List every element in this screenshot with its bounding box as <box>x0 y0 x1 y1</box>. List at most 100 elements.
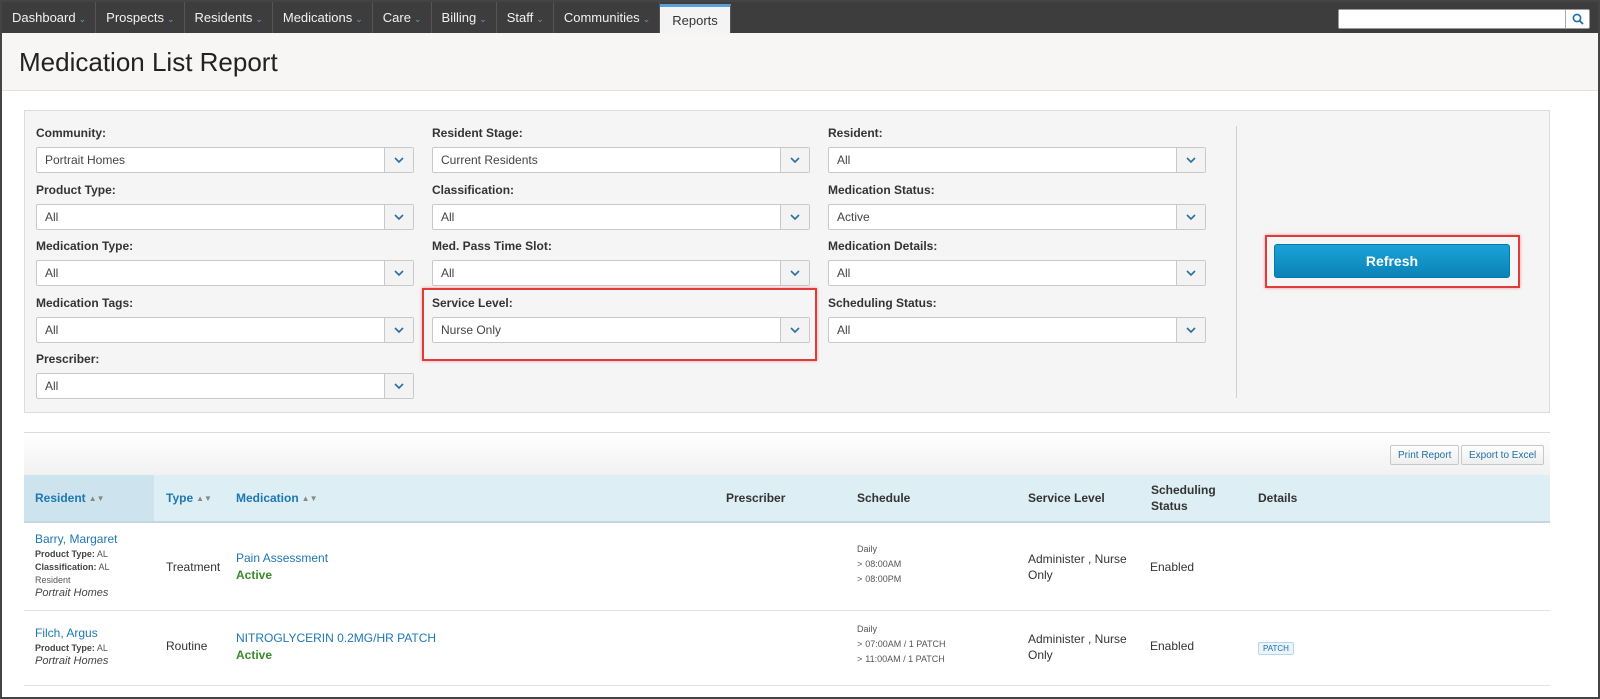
schedule-time: >08:00AM <box>857 559 901 569</box>
column-type[interactable]: Type ▲▼ <box>166 475 212 521</box>
medication-details-select[interactable]: All <box>828 260 1206 286</box>
filter-service-level: Service Level: Nurse Only <box>432 296 810 343</box>
column-resident[interactable]: Resident ▲▼ <box>24 475 154 521</box>
filter-label: Medication Status: <box>828 183 935 197</box>
medication-type-select[interactable]: All <box>36 260 414 286</box>
medication-cell: NITROGLYCERIN 0.2MG/HR PATCH Active <box>236 631 436 662</box>
chevron-down-icon <box>1176 148 1205 172</box>
select-value: All <box>837 323 851 337</box>
refresh-button[interactable]: Refresh <box>1274 244 1510 278</box>
nav-dashboard[interactable]: Dashboard ⌄ <box>2 2 97 33</box>
chevron-down-icon: ⌄ <box>479 13 487 24</box>
select-value: Active <box>837 210 870 224</box>
field-value: AL <box>96 643 108 653</box>
service-level-line: Only <box>1028 648 1053 662</box>
classification-select[interactable]: All <box>432 204 810 230</box>
prescriber-select[interactable]: All <box>36 373 414 399</box>
product-type-line: Product Type: AL <box>35 642 155 655</box>
select-value: All <box>441 210 455 224</box>
nav-billing[interactable]: Billing ⌄ <box>432 2 497 33</box>
chevron-down-icon <box>384 148 413 172</box>
chevron-right-icon: > <box>857 559 863 569</box>
nav-label: Dashboard <box>12 10 76 25</box>
filter-med-pass-time-slot: Med. Pass Time Slot: All <box>432 239 810 286</box>
filter-label: Scheduling Status: <box>828 296 937 310</box>
med-pass-time-slot-select[interactable]: All <box>432 260 810 286</box>
schedule-frequency: Daily <box>857 544 878 554</box>
select-value: All <box>45 323 59 337</box>
medication-link[interactable]: NITROGLYCERIN 0.2MG/HR PATCH <box>236 631 436 645</box>
nav-communities[interactable]: Communities ⌄ <box>554 2 661 33</box>
chevron-down-icon: ⌄ <box>78 13 87 24</box>
filter-medication-details: Medication Details: All <box>828 239 1206 286</box>
select-value: All <box>45 266 59 280</box>
schedule-cell: Daily >07:00AM / 1 PATCH >11:00AM / 1 PA… <box>857 624 945 669</box>
service-level-line: Administer , Nurse <box>1028 632 1127 646</box>
report-area: Print Report Export to Excel Resident ▲▼ … <box>24 432 1550 697</box>
resident-select[interactable]: All <box>828 147 1206 173</box>
chevron-down-icon <box>384 205 413 229</box>
chevron-down-icon <box>384 318 413 342</box>
select-value: All <box>45 210 59 224</box>
details-cell: PATCH <box>1258 640 1294 655</box>
chevron-down-icon <box>780 205 809 229</box>
resident-name-link[interactable]: Barry, Margaret <box>35 532 155 546</box>
scheduling-status-select[interactable]: All <box>828 317 1206 343</box>
sort-icon: ▲▼ <box>301 493 318 503</box>
product-type-select[interactable]: All <box>36 204 414 230</box>
export-excel-button[interactable]: Export to Excel <box>1461 445 1545 465</box>
detail-tag: PATCH <box>1258 642 1294 655</box>
nav-label: Reports <box>672 12 718 28</box>
search-button[interactable] <box>1565 10 1589 28</box>
chevron-down-icon <box>384 261 413 285</box>
medication-tags-select[interactable]: All <box>36 317 414 343</box>
chevron-down-icon <box>780 261 809 285</box>
schedule-cell: Daily >08:00AM >08:00PM <box>857 544 901 589</box>
search-input[interactable] <box>1339 10 1565 28</box>
time-value: 08:00AM <box>865 559 902 569</box>
column-label: Scheduling <box>1151 483 1216 497</box>
select-value: Current Residents <box>441 153 538 167</box>
resident-cell: Barry, Margaret Product Type: AL Classif… <box>35 532 155 599</box>
print-report-button[interactable]: Print Report <box>1390 445 1460 465</box>
medication-link[interactable]: Pain Assessment <box>236 551 328 565</box>
time-value: 07:00AM / 1 PATCH <box>865 639 946 649</box>
filter-label: Product Type: <box>36 183 116 197</box>
medication-status-select[interactable]: Active <box>828 204 1206 230</box>
nav-label: Prospects <box>106 10 164 25</box>
field-label: Product Type: <box>35 549 95 559</box>
filter-prescriber: Prescriber: All <box>36 352 414 399</box>
service-level-select[interactable]: Nurse Only <box>432 317 810 343</box>
filter-label: Community: <box>36 126 106 140</box>
nav-medications[interactable]: Medications ⌄ <box>273 2 373 33</box>
filter-classification: Classification: All <box>432 183 810 230</box>
column-medication[interactable]: Medication ▲▼ <box>236 475 318 521</box>
resident-name-link[interactable]: Filch, Argus <box>35 626 155 640</box>
column-schedule: Schedule <box>857 491 911 505</box>
filters-panel: Community: Portrait Homes Product Type: … <box>24 110 1550 413</box>
field-label: Classification: <box>35 562 97 572</box>
column-label: Status <box>1151 499 1188 513</box>
schedule-time: >07:00AM / 1 PATCH <box>857 639 945 649</box>
nav-reports[interactable]: Reports <box>660 4 731 33</box>
filter-resident: Resident: All <box>828 126 1206 173</box>
nav-prospects[interactable]: Prospects ⌄ <box>96 2 185 33</box>
field-value: AL <box>96 549 108 559</box>
nav-label: Billing <box>441 10 477 25</box>
nav-label: Care <box>382 10 411 25</box>
community-select[interactable]: Portrait Homes <box>36 147 414 173</box>
nav-residents[interactable]: Residents ⌄ <box>185 2 273 33</box>
select-value: All <box>441 266 455 280</box>
nav-care[interactable]: Care ⌄ <box>373 2 432 33</box>
nav-staff[interactable]: Staff ⌄ <box>497 2 554 33</box>
page-header: Medication List Report <box>2 33 1598 91</box>
classification-line-2: Resident <box>35 575 71 585</box>
schedule-time: >11:00AM / 1 PATCH <box>857 654 945 664</box>
chevron-right-icon: > <box>857 574 863 584</box>
filter-medication-status: Medication Status: Active <box>828 183 1206 230</box>
resident-stage-select[interactable]: Current Residents <box>432 147 810 173</box>
time-value: 08:00PM <box>865 574 902 584</box>
global-search <box>1338 9 1590 29</box>
service-level-line: Administer , Nurse <box>1028 552 1127 566</box>
filter-label: Med. Pass Time Slot: <box>432 239 552 253</box>
